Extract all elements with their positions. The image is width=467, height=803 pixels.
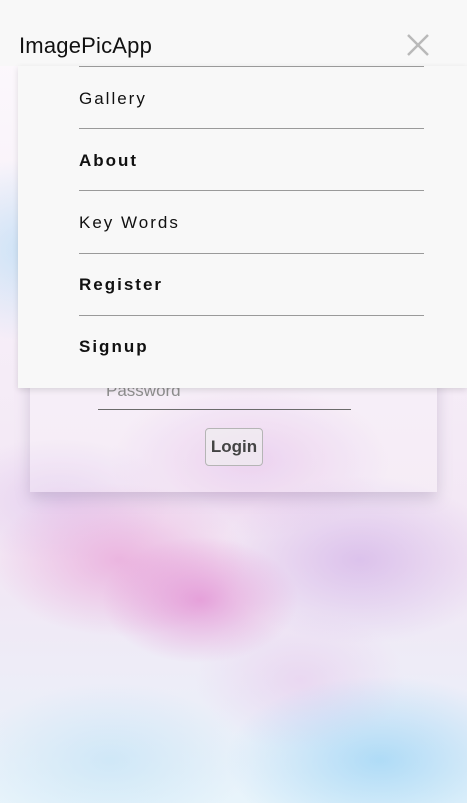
menu-item-signup[interactable]: Signup	[79, 327, 424, 367]
menu-item-key-words[interactable]: Key Words	[79, 203, 424, 243]
menu-item-register[interactable]: Register	[79, 265, 424, 305]
close-icon[interactable]	[401, 28, 435, 62]
app-title[interactable]: ImagePicApp	[19, 33, 152, 59]
menu-item-gallery[interactable]: Gallery	[79, 79, 424, 119]
menu-item-about[interactable]: About	[79, 141, 424, 181]
menu-divider	[79, 128, 424, 129]
header-bar: ImagePicApp	[0, 0, 467, 66]
menu-divider	[79, 253, 424, 254]
menu-divider	[79, 190, 424, 191]
menu-divider	[79, 66, 424, 67]
login-button[interactable]: Login	[205, 428, 263, 466]
menu-divider	[79, 315, 424, 316]
nav-menu: Gallery About Key Words Register Signup	[18, 66, 467, 388]
